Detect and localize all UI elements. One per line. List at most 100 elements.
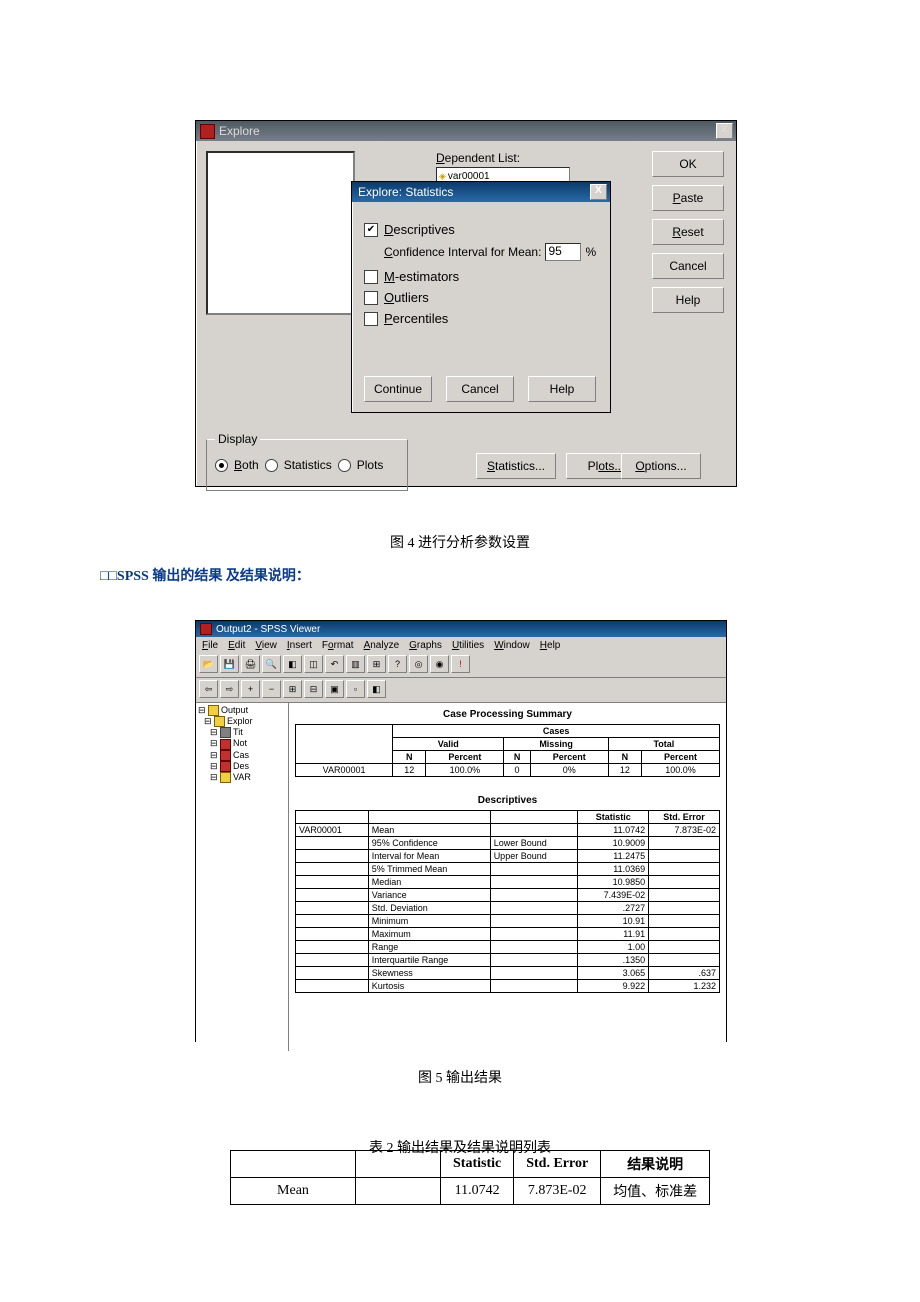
dialog-recall-icon[interactable]: ◫	[304, 655, 323, 673]
table-row: Std. Deviation.2727	[296, 902, 720, 915]
case-processing-table: Cases Valid Missing Total NPercent NPerc…	[295, 724, 720, 777]
table-row: 5% Trimmed Mean11.0369	[296, 863, 720, 876]
outline-tree[interactable]: ⊟ Output⊟ Explor⊟ Tit⊟ Not⊟ Cas⊟ Des⊟ VA…	[196, 703, 289, 1051]
figure-4-caption: 图 4 进行分析参数设置	[0, 532, 920, 552]
paste-button[interactable]: Paste	[652, 185, 724, 211]
preview-icon[interactable]: 🔍	[262, 655, 281, 673]
source-variable-list[interactable]	[206, 151, 355, 315]
menu-help[interactable]: Help	[540, 640, 561, 651]
checkbox-percentiles[interactable]	[364, 312, 378, 326]
menu-graphs[interactable]: Graphs	[409, 640, 442, 651]
spss-app-icon	[200, 623, 212, 635]
descriptives-table: Statistic Std. Error VAR00001Mean11.0742…	[295, 810, 720, 993]
ci-percent: %	[585, 245, 596, 259]
ci-input[interactable]: 95	[545, 243, 581, 261]
radio-plots[interactable]	[338, 459, 351, 472]
goto-data-icon[interactable]: ▥	[346, 655, 365, 673]
display-groupbox: Display Both Statistics Plots	[206, 439, 408, 491]
table-row: Skewness3.065.637	[296, 967, 720, 980]
table-row: Minimum10.91	[296, 915, 720, 928]
checkbox-descriptives[interactable]	[364, 223, 378, 237]
statistics-button[interactable]: Statistics...	[476, 453, 556, 479]
close-icon[interactable]: X	[716, 123, 733, 139]
table-row: VAR00001Mean11.07427.873E-02	[296, 824, 720, 837]
output-content: Case Processing Summary Cases Valid Miss…	[289, 703, 726, 1051]
export-icon[interactable]: ◧	[283, 655, 302, 673]
variables-icon[interactable]: ?	[388, 655, 407, 673]
spss-app-icon	[200, 124, 215, 139]
table-row: Range1.00	[296, 941, 720, 954]
sub-dialog-titlebar: Explore: Statistics X	[352, 182, 610, 202]
tree-item[interactable]: ⊟ Cas	[198, 750, 286, 761]
viewer-menubar: File Edit View Insert Format Analyze Graphs Uti…	[196, 637, 726, 653]
hide-icon[interactable]: ▫	[346, 680, 365, 698]
tree-item[interactable]: ⊟ Tit	[198, 727, 286, 738]
viewer-toolbar-2: ⇦ ⇨ + − ⊞ ⊟ ▣ ▫ ◧	[196, 678, 726, 703]
menu-utilities[interactable]: Utilities	[452, 640, 484, 651]
open-icon[interactable]: 📂	[199, 655, 218, 673]
dialog-titlebar: Explore X	[196, 121, 736, 141]
radio-both[interactable]	[215, 459, 228, 472]
sub-cancel-button[interactable]: Cancel	[446, 376, 514, 402]
show-icon[interactable]: ▣	[325, 680, 344, 698]
menu-view[interactable]: View	[255, 640, 277, 651]
insert-heading-icon[interactable]: ◧	[367, 680, 386, 698]
print-icon[interactable]: 🖨	[241, 655, 260, 673]
checkbox-m-estimators[interactable]	[364, 270, 378, 284]
arrow-left-icon[interactable]: ⇦	[199, 680, 218, 698]
display-legend: Display	[215, 432, 260, 446]
table-row: Variance7.439E-02	[296, 889, 720, 902]
radio-plots-label: Plots	[357, 458, 384, 472]
explore-statistics-dialog: Explore: Statistics X Descriptives Confi…	[351, 181, 611, 413]
checkbox-percentiles-label: Percentiles	[384, 311, 448, 326]
expand-icon[interactable]: ⊞	[283, 680, 302, 698]
table-row: 95% ConfidenceLower Bound10.9009	[296, 837, 720, 850]
select-last-icon[interactable]: !	[451, 655, 470, 673]
table-row: Interval for MeanUpper Bound11.2475	[296, 850, 720, 863]
radio-statistics[interactable]	[265, 459, 278, 472]
descriptives-title: Descriptives	[295, 795, 720, 806]
find-icon[interactable]: ◎	[409, 655, 428, 673]
menu-insert[interactable]: Insert	[287, 640, 312, 651]
checkbox-outliers[interactable]	[364, 291, 378, 305]
close-icon[interactable]: X	[590, 184, 607, 200]
spss-viewer-window: Output2 - SPSS Viewer FileEditViewInsert…	[195, 620, 727, 1042]
dependent-item: var00001	[448, 171, 490, 182]
menu-edit[interactable]: Edit	[228, 640, 245, 651]
case-processing-title: Case Processing Summary	[295, 709, 720, 720]
menu-file[interactable]: File	[202, 640, 218, 651]
tree-item[interactable]: ⊟ Des	[198, 761, 286, 772]
menu-analyze[interactable]: Analyze	[364, 640, 400, 651]
reset-button[interactable]: Reset	[652, 219, 724, 245]
checkbox-descriptives-label: Descriptives	[384, 222, 455, 237]
table-row: Kurtosis9.9221.232	[296, 980, 720, 993]
cancel-button[interactable]: Cancel	[652, 253, 724, 279]
tree-item[interactable]: ⊟ Output	[198, 705, 286, 716]
radio-both-label: Both	[234, 458, 259, 472]
ok-button[interactable]: OK	[652, 151, 724, 177]
demote-icon[interactable]: −	[262, 680, 281, 698]
collapse-icon[interactable]: ⊟	[304, 680, 323, 698]
tree-item[interactable]: ⊟ VAR	[198, 772, 286, 783]
help-button[interactable]: Help	[652, 287, 724, 313]
tree-item[interactable]: ⊟ Explor	[198, 716, 286, 727]
section-heading: □□SPSS 输出的结果 及结果说明：	[100, 565, 310, 585]
figure-5-caption: 图 5 输出结果	[0, 1067, 920, 1087]
save-icon[interactable]: 💾	[220, 655, 239, 673]
sub-help-button[interactable]: Help	[528, 376, 596, 402]
table-row: Maximum11.91	[296, 928, 720, 941]
undo-icon[interactable]: ↶	[325, 655, 344, 673]
options-button[interactable]: Options...	[621, 453, 701, 479]
arrow-right-icon[interactable]: ⇨	[220, 680, 239, 698]
menu-window[interactable]: Window	[494, 640, 530, 651]
promote-icon[interactable]: +	[241, 680, 260, 698]
menu-format[interactable]: Format	[322, 640, 354, 651]
goto-case-icon[interactable]: ⊞	[367, 655, 386, 673]
checkbox-m-estimators-label: M-estimators	[384, 269, 459, 284]
insert-icon[interactable]: ◉	[430, 655, 449, 673]
tree-item[interactable]: ⊟ Not	[198, 738, 286, 749]
radio-statistics-label: Statistics	[284, 458, 332, 472]
results-explanation-table: Statistic Std. Error 结果说明 Mean 11.0742 7…	[230, 1150, 710, 1205]
viewer-toolbar-1: 📂 💾 🖨 🔍 ◧ ◫ ↶ ▥ ⊞ ? ◎ ◉ !	[196, 653, 726, 678]
continue-button[interactable]: Continue	[364, 376, 432, 402]
